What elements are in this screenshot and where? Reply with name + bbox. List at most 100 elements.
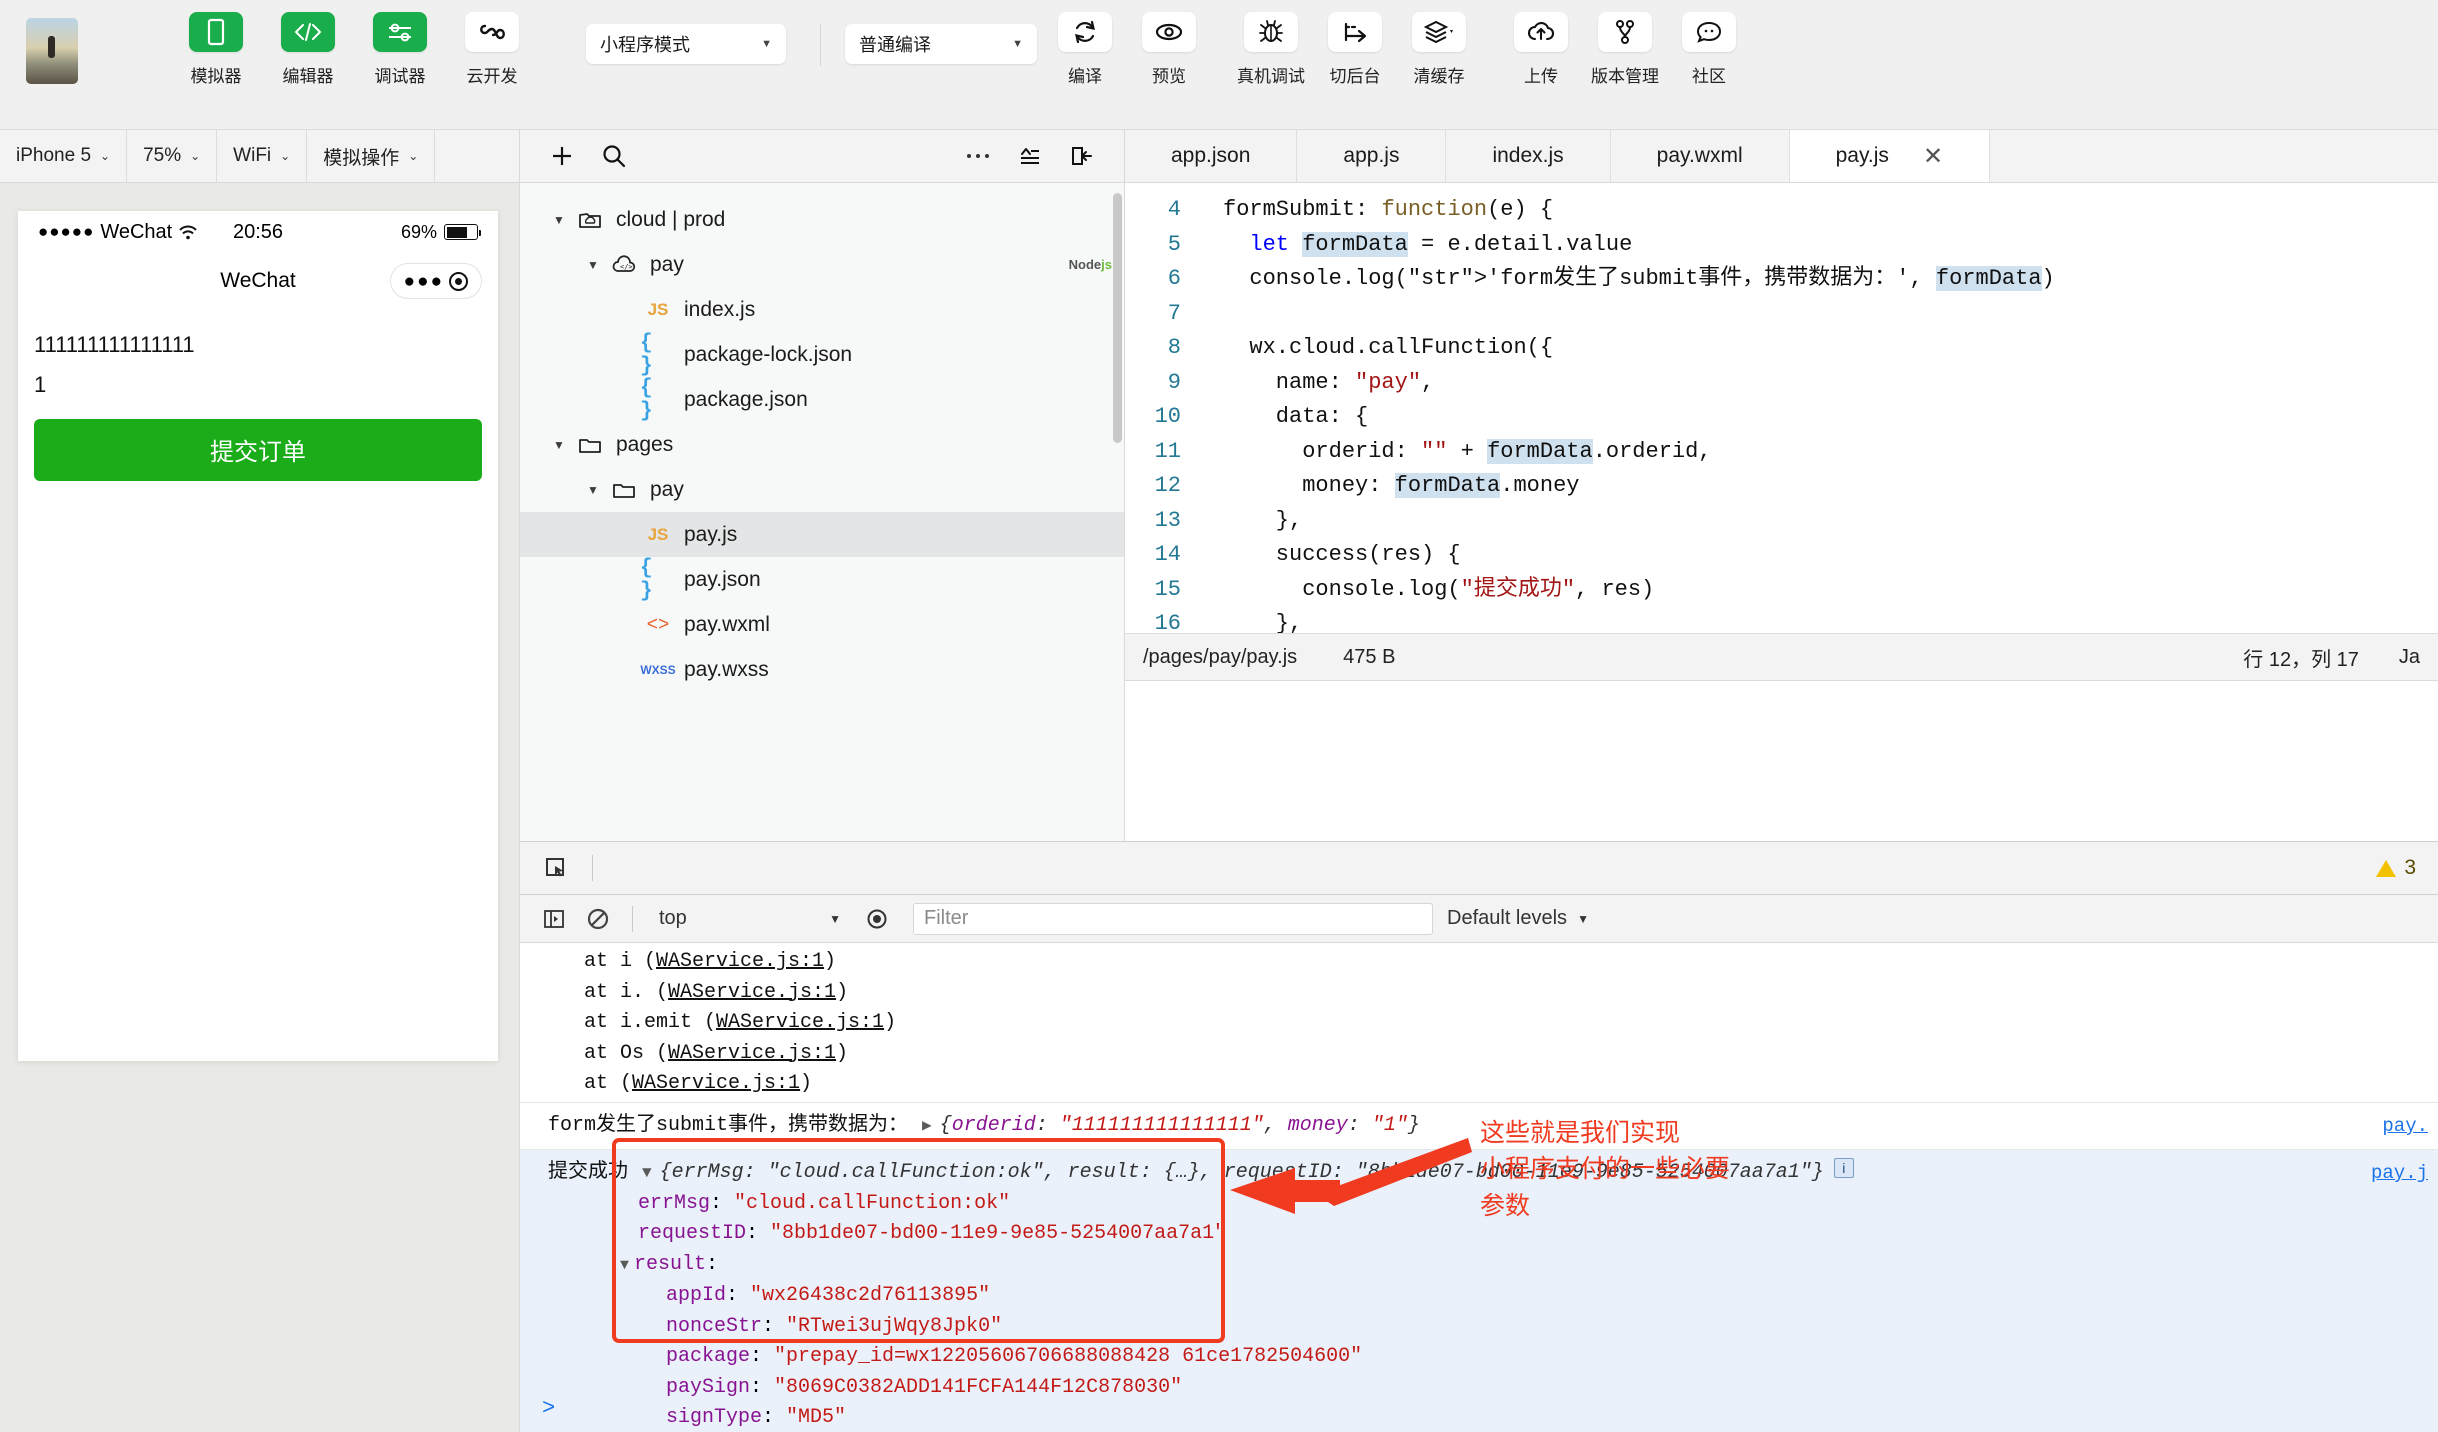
editor-tab[interactable]: app.js [1297,130,1447,182]
console-settings-eye-icon[interactable] [855,895,899,943]
tool-cloud-dev[interactable]: 云开发 [446,12,538,87]
console-source-link[interactable]: pay.j [2371,1158,2428,1189]
stack-trace-block: at i (WAService.js:1) at i. (WAService.js… [520,943,2438,1102]
console-context-select[interactable]: top ▼ [645,907,855,930]
editor-tab[interactable]: app.json [1125,130,1298,182]
console-filter-input[interactable]: Filter [913,902,1433,935]
zoom-select[interactable]: 75% ⌄ [127,129,218,183]
status-file-size: 475 B [1343,645,1396,668]
tree-toggle-icon[interactable]: ▼ [580,483,606,497]
file-tree-item[interactable]: { } package-lock.json [520,332,1124,378]
status-carrier: ●●●●● WeChat [38,221,198,244]
editor-tab[interactable]: index.js [1446,130,1611,182]
tool-debugger[interactable]: 调试器 [354,12,446,87]
mode-select[interactable]: 小程序模式 ▼ [586,24,786,64]
editor-tab-label: pay.wxml [1656,144,1743,167]
cloud-function-icon: </> [606,254,642,275]
tool-upload[interactable]: 上传 [1499,12,1583,87]
file-name: pay.wxml [684,612,770,636]
console-prompt[interactable]: > [542,1394,555,1425]
code-editor[interactable]: 4567891011121314151617 formSubmit: funct… [1125,183,2438,633]
chevron-down-icon: ▼ [1577,911,1589,926]
file-tree-item[interactable]: { } pay.json [520,557,1124,603]
tool-label: 社区 [1692,67,1726,86]
phone-content: 111111111111111 1 提交订单 [18,309,498,481]
element-picker-icon[interactable] [532,842,580,895]
network-select[interactable]: WiFi ⌄ [217,129,308,183]
tool-editor[interactable]: 编辑器 [262,12,354,87]
chevron-down-icon: ▼ [1012,38,1023,50]
search-icon[interactable] [588,130,640,183]
compile-select-value: 普通编译 [859,35,931,55]
branch-icon [1598,12,1652,52]
file-name: package.json [684,387,808,411]
file-tree-item[interactable]: { } package.json [520,377,1124,423]
stack-trace-line: at i.emit (WAService.js:1) [584,1011,897,1034]
clear-console-icon[interactable] [576,895,620,943]
file-tree-item[interactable]: ▼ pay [520,467,1124,512]
add-file-button[interactable] [536,130,588,183]
phone-frame: ●●●●● WeChat 20:56 69% WeChat ●●● 111111… [18,211,498,1061]
expand-arrow-icon[interactable]: ▶ [922,1111,932,1142]
editor-tab[interactable]: pay.js ✕ [1789,130,1991,182]
console-source-link[interactable]: pay. [2382,1111,2428,1142]
console-levels-select[interactable]: Default levels ▼ [1447,907,1589,930]
console-sidebar-icon[interactable] [532,895,576,943]
console-toolbar: top ▼ Filter Default levels ▼ [520,895,2438,943]
device-select[interactable]: iPhone 5 ⌄ [0,129,128,183]
console-output[interactable]: at i (WAService.js:1) at i. (WAService.js… [520,943,2438,1432]
file-tree-item[interactable]: ▼ pages [520,422,1124,467]
file-tree-item[interactable]: JS pay.js [520,512,1124,557]
more-options-icon[interactable] [952,130,1004,183]
result-property: appId: "wx26438c2d76113895" [666,1284,991,1307]
toggle-sidebar-icon[interactable] [1056,130,1108,183]
collapse-all-icon[interactable] [1004,130,1056,183]
tree-toggle-icon[interactable]: ▼ [546,438,572,452]
tool-label: 预览 [1152,67,1186,86]
tool-preview[interactable]: 预览 [1127,12,1211,87]
expand-arrow-icon[interactable]: ▼ [642,1158,652,1189]
close-icon[interactable]: ✕ [1923,142,1943,171]
tool-background[interactable]: 切后台 [1313,12,1397,87]
file-tree-item[interactable]: JS index.js [520,287,1124,332]
file-tree-item[interactable]: <> pay.wxml [520,602,1124,647]
file-tree-item[interactable]: ▼ cloud | prod [520,197,1124,242]
simulator-toolbar: iPhone 5 ⌄ 75% ⌄ WiFi ⌄ 模拟操作 ⌄ [0,129,519,183]
tree-toggle-icon[interactable]: ▼ [546,213,572,227]
wifi-icon [179,225,197,239]
console-message-label: 提交成功 [548,1161,628,1184]
battery-percent: 69% [400,221,437,242]
upload-cloud-icon [1514,12,1568,52]
capsule-menu[interactable]: ●●● [390,263,482,299]
orderid-input-value[interactable]: 111111111111111 [18,325,498,365]
tool-real-device-debug[interactable]: 真机调试 [1229,12,1313,87]
tool-compile[interactable]: 编译 [1043,12,1127,87]
simulate-actions-menu[interactable]: 模拟操作 ⌄ [307,129,436,183]
file-tree-item[interactable]: ▼ </> pay Nodejs [520,242,1124,287]
compile-select[interactable]: 普通编译 ▼ [845,24,1037,64]
money-input-value[interactable]: 1 [18,365,498,405]
info-icon[interactable]: i [1833,1158,1854,1178]
tree-toggle-icon[interactable]: ▼ [580,258,606,272]
editor-tab[interactable]: pay.wxml [1611,130,1790,182]
submit-order-button[interactable]: 提交订单 [34,418,482,481]
tool-label: 模拟器 [190,67,242,86]
tool-simulator[interactable]: 模拟器 [170,12,262,87]
warning-indicator[interactable]: 3 [2376,856,2416,880]
code-content[interactable]: formSubmit: function(e) { let formData =… [1195,183,2438,633]
result-node[interactable]: ▼ result: [548,1250,2438,1282]
tool-community[interactable]: 社区 [1667,12,1751,87]
file-name: pay [650,252,684,276]
stack-trace-line: at i (WAService.js:1) [584,950,837,973]
editor-tab-label: app.js [1343,144,1400,167]
nav-title: WeChat [220,269,296,292]
folder-icon [572,435,608,455]
status-cursor-position: 行 12，列 17 [2243,648,2359,671]
tool-version-manage[interactable]: 版本管理 [1583,12,1667,87]
tool-clear-cache[interactable]: 清缓存 [1397,12,1481,87]
eye-icon [1142,12,1196,52]
tool-label: 调试器 [374,67,426,86]
user-avatar[interactable] [26,18,78,84]
file-tree-item[interactable]: WXSS pay.wxss [520,647,1124,692]
file-name: package-lock.json [684,342,853,366]
